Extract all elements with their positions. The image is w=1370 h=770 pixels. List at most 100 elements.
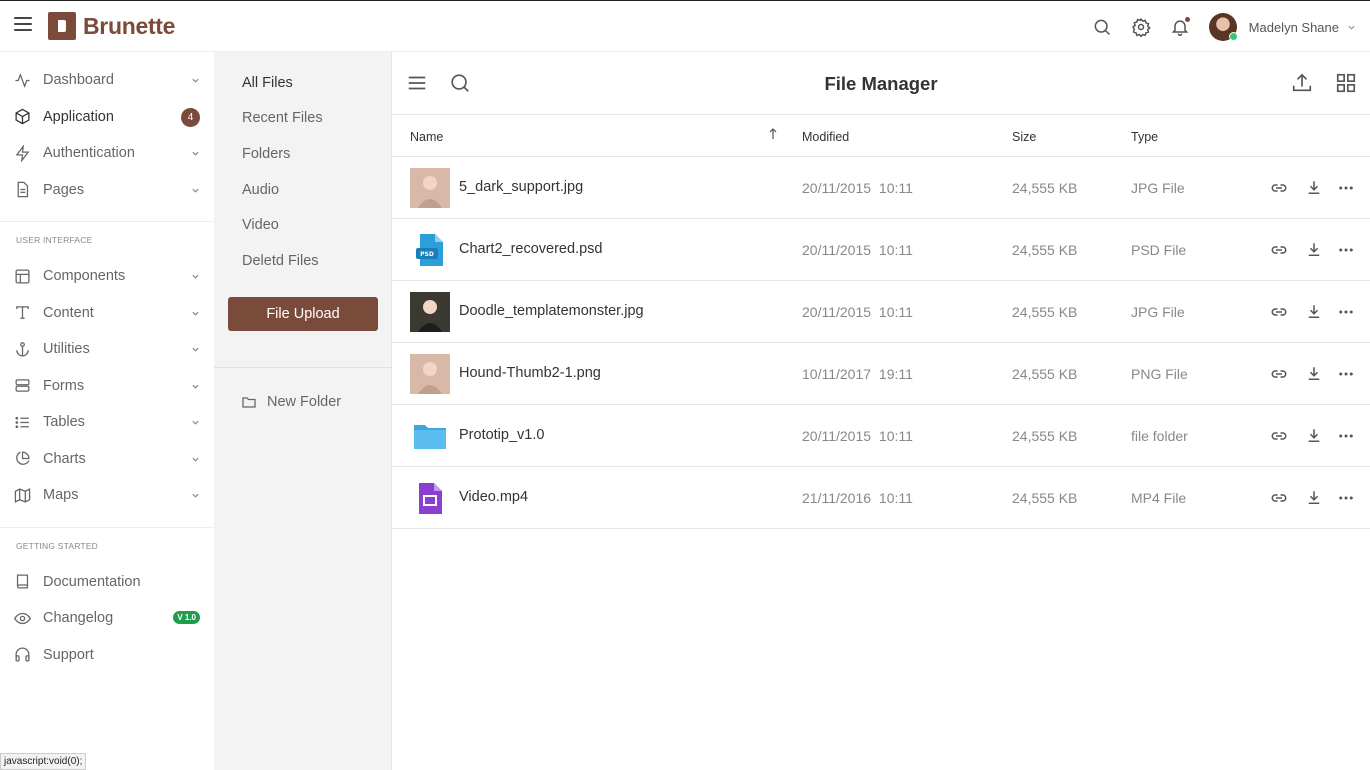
sidebar-item-changelog[interactable]: Changelog V 1.0: [0, 600, 214, 637]
sidebar-item-pages[interactable]: Pages: [0, 172, 214, 209]
file-name[interactable]: 5_dark_support.jpg: [459, 179, 583, 195]
eye-icon: [14, 610, 31, 627]
sidebar-item-documentation[interactable]: Documentation: [0, 564, 214, 601]
sidebar-item-components[interactable]: Components: [0, 258, 214, 295]
table-row[interactable]: Video.mp4 21/11/2016 10:11 24,555 KB MP4 Fi…: [392, 467, 1370, 529]
divider: [214, 367, 392, 368]
link-icon[interactable]: [1270, 489, 1288, 507]
brand-name: Brunette: [83, 12, 176, 39]
sidebar-item-forms[interactable]: Forms: [0, 368, 214, 405]
link-icon[interactable]: [1270, 179, 1288, 197]
sidebar-item-authentication[interactable]: Authentication: [0, 135, 214, 172]
grid-view-icon[interactable]: [1335, 72, 1357, 94]
table-header: Name Modified Size Type: [392, 115, 1370, 157]
column-header-name[interactable]: Name: [410, 130, 443, 144]
more-options-icon[interactable]: [1337, 365, 1355, 383]
table-row[interactable]: Doodle_templatemonster.jpg 20/11/2015 10:…: [392, 281, 1370, 343]
category-deleted-files[interactable]: Deletd Files: [214, 243, 391, 279]
category-all-files[interactable]: All Files: [214, 65, 391, 101]
table-row[interactable]: Prototip_v1.0 20/11/2015 10:11 24,555 KB fi…: [392, 405, 1370, 467]
download-icon[interactable]: [1305, 489, 1323, 507]
top-actions: Madelyn Shane: [1092, 1, 1370, 53]
sidebar-item-application[interactable]: Application 4: [0, 99, 214, 136]
sidebar-item-dashboard[interactable]: Dashboard: [0, 62, 214, 99]
notification-dot: [1184, 17, 1190, 22]
chevron-down-icon[interactable]: [1347, 23, 1356, 32]
type-icon: [14, 304, 31, 321]
notifications-button[interactable]: [1170, 17, 1190, 37]
status-bar: javascript:void(0);: [0, 753, 87, 770]
link-icon[interactable]: [1270, 427, 1288, 445]
search-icon[interactable]: [1092, 17, 1112, 37]
avatar[interactable]: [1208, 13, 1238, 41]
sort-ascending-icon[interactable]: [768, 128, 778, 140]
file-icon: [14, 181, 31, 198]
brand-logo[interactable]: Brunette: [48, 12, 175, 40]
download-icon[interactable]: [1305, 427, 1323, 445]
sidebar-item-label: Tables: [43, 414, 85, 431]
file-name[interactable]: Video.mp4: [459, 489, 528, 505]
column-header-type[interactable]: Type: [1131, 130, 1158, 144]
table-row[interactable]: 5_dark_support.jpg 20/11/2015 10:11 24,555…: [392, 157, 1370, 219]
sidebar-item-label: Charts: [43, 450, 86, 467]
column-header-size[interactable]: Size: [1012, 130, 1036, 144]
upload-icon[interactable]: [1291, 72, 1313, 94]
chevron-down-icon: [192, 420, 199, 425]
file-name[interactable]: Prototip_v1.0: [459, 427, 544, 443]
sidebar-item-charts[interactable]: Charts: [0, 441, 214, 478]
sidebar-item-label: Maps: [43, 487, 79, 504]
gear-icon[interactable]: [1131, 17, 1151, 37]
download-icon[interactable]: [1305, 365, 1323, 383]
more-options-icon[interactable]: [1337, 427, 1355, 445]
user-name[interactable]: Madelyn Shane: [1249, 20, 1339, 35]
category-folders[interactable]: Folders: [214, 136, 391, 172]
file-name[interactable]: Doodle_templatemonster.jpg: [459, 303, 644, 319]
sidebar: Dashboard Application 4 Authentication P…: [0, 52, 214, 770]
folder-icon: [242, 397, 256, 408]
table-row[interactable]: PSD Chart2_recovered.psd 20/11/2015 10:11 2…: [392, 219, 1370, 281]
column-header-modified[interactable]: Modified: [802, 130, 849, 144]
file-type: PSD File: [1131, 242, 1187, 258]
category-audio[interactable]: Audio: [214, 172, 391, 208]
file-manager-main: File Manager Name Modified Size Type 5_d…: [392, 52, 1370, 770]
top-bar: Brunette Madelyn Shane: [0, 0, 1370, 52]
file-size: 24,555 KB: [1012, 242, 1078, 258]
sidebar-item-label: Components: [43, 268, 126, 285]
download-icon[interactable]: [1305, 303, 1323, 321]
file-size: 24,555 KB: [1012, 428, 1078, 444]
file-upload-button[interactable]: File Upload: [228, 297, 378, 331]
file-type: JPG File: [1131, 304, 1185, 320]
more-options-icon[interactable]: [1337, 303, 1355, 321]
sidebar-item-content[interactable]: Content: [0, 295, 214, 332]
new-folder-button[interactable]: New Folder: [242, 394, 341, 410]
link-icon[interactable]: [1270, 241, 1288, 259]
sidebar-item-maps[interactable]: Maps: [0, 477, 214, 514]
list-icon: [14, 414, 31, 431]
headphones-icon: [14, 646, 31, 663]
link-icon[interactable]: [1270, 365, 1288, 383]
link-icon[interactable]: [1270, 303, 1288, 321]
section-heading: USER INTERFACE: [16, 235, 93, 245]
sidebar-item-label: Pages: [43, 181, 85, 198]
chevron-down-icon: [192, 347, 199, 352]
map-icon: [14, 487, 31, 504]
download-icon[interactable]: [1305, 179, 1323, 197]
book-icon: [14, 573, 31, 590]
file-modified: 20/11/2015 10:11: [802, 242, 913, 258]
sidebar-item-utilities[interactable]: Utilities: [0, 331, 214, 368]
more-options-icon[interactable]: [1337, 179, 1355, 197]
psd-file-icon: PSD: [416, 234, 443, 266]
category-recent-files[interactable]: Recent Files: [214, 101, 391, 137]
category-video[interactable]: Video: [214, 207, 391, 243]
file-type: JPG File: [1131, 180, 1185, 196]
file-name[interactable]: Chart2_recovered.psd: [459, 241, 602, 257]
sidebar-item-tables[interactable]: Tables: [0, 404, 214, 441]
table-row[interactable]: Hound-Thumb2-1.png 10/11/2017 19:11 24,555…: [392, 343, 1370, 405]
sidebar-item-support[interactable]: Support: [0, 637, 214, 674]
file-size: 24,555 KB: [1012, 490, 1078, 506]
more-options-icon[interactable]: [1337, 241, 1355, 259]
file-name[interactable]: Hound-Thumb2-1.png: [459, 365, 601, 381]
download-icon[interactable]: [1305, 241, 1323, 259]
menu-icon[interactable]: [14, 17, 32, 35]
more-options-icon[interactable]: [1337, 489, 1355, 507]
